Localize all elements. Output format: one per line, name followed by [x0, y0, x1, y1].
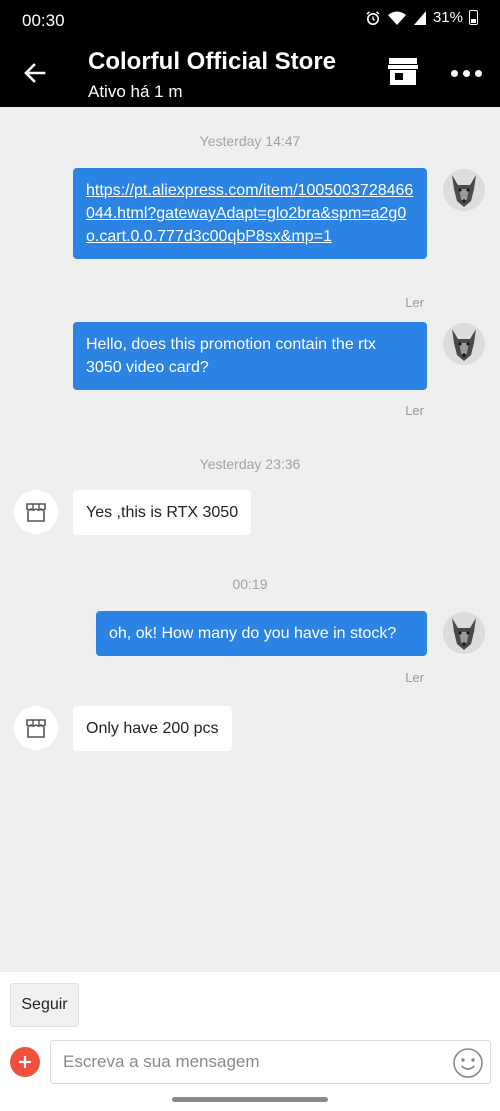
timestamp: Yesterday 23:36: [199, 456, 301, 472]
emoji-button[interactable]: [452, 1047, 484, 1079]
message-text: oh, ok! How many do you have in stock?: [109, 625, 397, 642]
message-input[interactable]: [51, 1041, 441, 1083]
store-icon: [388, 58, 418, 85]
read-status: Ler: [405, 403, 424, 418]
add-icon: [19, 1056, 31, 1068]
battery-percent: 31%: [432, 9, 463, 26]
store-icon: [26, 719, 46, 738]
status-time: 00:30: [22, 11, 65, 30]
home-indicator[interactable]: [172, 1097, 328, 1102]
user-avatar[interactable]: [443, 612, 485, 654]
message-incoming: Yes ,this is RTX 3050: [73, 490, 252, 535]
back-button[interactable]: [18, 56, 52, 90]
wolf-icon: [443, 612, 485, 654]
more-options-button[interactable]: [446, 58, 486, 88]
store-active-status: Ativo há 1 m: [88, 82, 183, 101]
follow-button[interactable]: Seguir: [10, 983, 79, 1027]
read-status: Ler: [405, 670, 424, 685]
timestamp: 00:19: [232, 576, 268, 592]
message-outgoing: https://pt.aliexpress.com/item/100500372…: [73, 168, 427, 259]
store-name: Colorful Official Store: [88, 48, 337, 75]
store-avatar[interactable]: [14, 490, 58, 534]
status-icons: 31%: [365, 9, 478, 26]
wifi-icon: [387, 11, 406, 25]
read-status: Ler: [405, 295, 424, 310]
timestamp: Yesterday 14:47: [199, 133, 301, 149]
store-avatar[interactable]: [14, 706, 58, 750]
product-link[interactable]: https://pt.aliexpress.com/item/100500372…: [86, 182, 413, 245]
add-attachment-button[interactable]: [10, 1047, 40, 1077]
message-input-box: [50, 1040, 491, 1084]
user-avatar[interactable]: [443, 323, 485, 365]
message-text: Hello, does this promotion contain the r…: [86, 336, 376, 376]
chat-header: Colorful Official Store Ativo há 1 m: [0, 40, 500, 107]
alarm-icon: [366, 10, 380, 25]
user-avatar[interactable]: [443, 169, 485, 211]
wolf-icon: [443, 169, 485, 211]
message-text: Only have 200 pcs: [86, 720, 219, 737]
message-outgoing: oh, ok! How many do you have in stock?: [96, 611, 427, 656]
store-icon: [26, 503, 46, 522]
back-arrow-icon: [24, 63, 46, 83]
wolf-icon: [443, 323, 485, 365]
message-outgoing: Hello, does this promotion contain the r…: [73, 322, 427, 390]
status-bar: 00:30 31%: [0, 0, 500, 40]
compose-panel: Seguir: [0, 972, 500, 1111]
visit-store-button[interactable]: [385, 54, 421, 90]
emoji-icon: [453, 1048, 483, 1078]
more-icon: [450, 69, 458, 77]
message-text: Yes ,this is RTX 3050: [86, 504, 239, 521]
battery-icon: [469, 10, 478, 25]
more-icon-dot: [474, 69, 482, 77]
more-icon-dot: [462, 69, 470, 77]
signal-icon: [413, 10, 426, 25]
message-incoming: Only have 200 pcs: [73, 706, 232, 751]
